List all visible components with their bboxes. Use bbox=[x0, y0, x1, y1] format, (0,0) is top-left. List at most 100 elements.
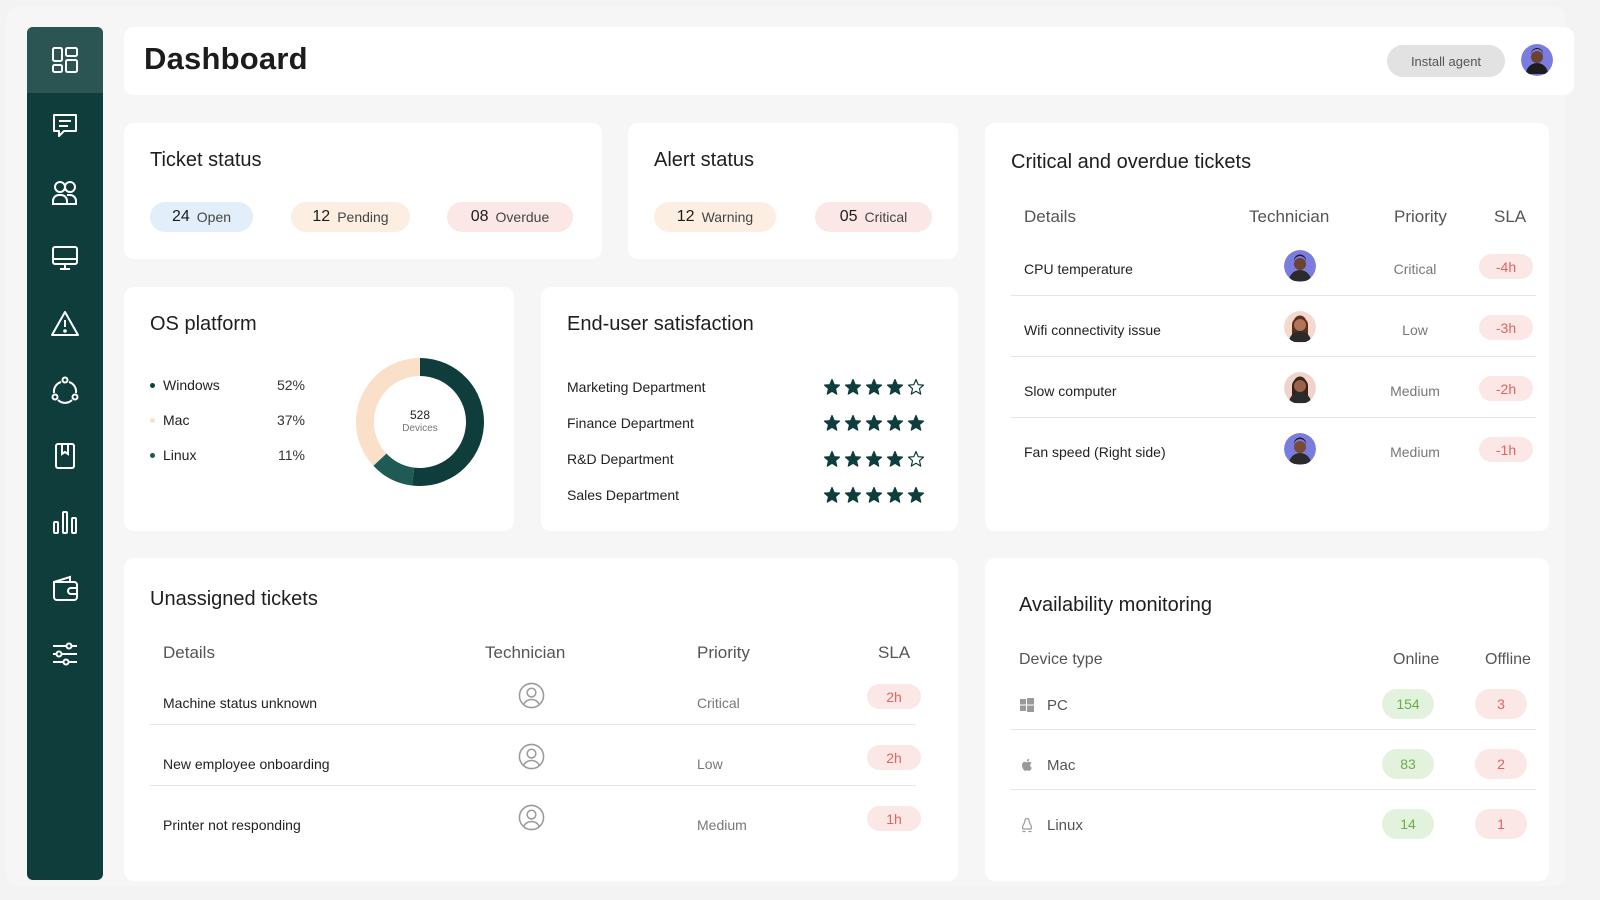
mac-dot bbox=[150, 418, 155, 423]
satisfaction-card: End-user satisfaction Marketing Departme… bbox=[541, 287, 958, 531]
os-platform-card: OS platform Windows 52% Mac 37% Linux 11… bbox=[124, 287, 514, 531]
legend-label: Mac bbox=[163, 412, 189, 428]
col-priority[interactable]: Priority bbox=[697, 643, 750, 663]
col-device-type[interactable]: Device type bbox=[1019, 651, 1103, 669]
ticket-details[interactable]: Fan speed (Right side) bbox=[1024, 444, 1166, 460]
ticket-details[interactable]: Wifi connectivity issue bbox=[1024, 322, 1161, 338]
critical-count: 05 bbox=[840, 208, 858, 226]
warning-count: 12 bbox=[677, 208, 695, 226]
critical-label: Critical bbox=[865, 209, 908, 225]
satisfaction-title: End-user satisfaction bbox=[567, 313, 754, 336]
sidebar-item-billing[interactable] bbox=[27, 555, 103, 621]
legend-label: Linux bbox=[163, 447, 196, 463]
col-sla[interactable]: SLA bbox=[1494, 207, 1526, 227]
online-count-badge[interactable]: 83 bbox=[1382, 749, 1434, 779]
department-label: Marketing Department bbox=[567, 379, 706, 395]
pending-label: Pending bbox=[337, 209, 388, 225]
legend-pct: 52% bbox=[277, 377, 305, 393]
sidebar-item-knowledge[interactable] bbox=[27, 423, 103, 489]
technician-avatar[interactable] bbox=[1284, 311, 1316, 343]
col-sla[interactable]: SLA bbox=[878, 643, 910, 663]
star-rating bbox=[823, 378, 925, 396]
satisfaction-row: R&D Department bbox=[567, 448, 925, 470]
ticket-priority: Medium bbox=[697, 817, 747, 833]
users-icon bbox=[50, 177, 80, 207]
star-filled-icon bbox=[865, 486, 883, 504]
department-label: Sales Department bbox=[567, 487, 679, 503]
star-filled-icon bbox=[823, 450, 841, 468]
technician-avatar[interactable] bbox=[1284, 250, 1316, 282]
sidebar-item-dashboard[interactable] bbox=[27, 27, 103, 93]
unassigned-user-icon[interactable] bbox=[518, 804, 545, 831]
settings-sliders-icon bbox=[50, 639, 80, 669]
star-filled-icon bbox=[823, 486, 841, 504]
chart-icon bbox=[50, 507, 80, 537]
online-count-badge[interactable]: 14 bbox=[1382, 809, 1434, 839]
device-type-label: PC bbox=[1047, 697, 1068, 714]
col-offline[interactable]: Offline bbox=[1485, 651, 1531, 669]
department-label: R&D Department bbox=[567, 451, 674, 467]
header-bar: Dashboard Install agent bbox=[124, 27, 1574, 95]
sidebar bbox=[27, 27, 103, 880]
dashboard-icon bbox=[50, 45, 80, 75]
availability-title: Availability monitoring bbox=[1019, 594, 1212, 617]
sidebar-item-settings[interactable] bbox=[27, 621, 103, 687]
sidebar-item-messages[interactable] bbox=[27, 93, 103, 159]
critical-alerts-pill[interactable]: 05 Critical bbox=[815, 202, 932, 232]
user-avatar[interactable] bbox=[1521, 44, 1553, 76]
sidebar-item-reports[interactable] bbox=[27, 489, 103, 555]
offline-count-badge[interactable]: 2 bbox=[1475, 749, 1527, 779]
star-filled-icon bbox=[886, 486, 904, 504]
ticket-details[interactable]: Slow computer bbox=[1024, 383, 1117, 399]
col-priority[interactable]: Priority bbox=[1394, 207, 1447, 227]
row-divider bbox=[1011, 729, 1536, 730]
ticket-details[interactable]: New employee onboarding bbox=[163, 756, 330, 772]
ticket-priority: Medium bbox=[1375, 383, 1455, 399]
offline-count-badge[interactable]: 1 bbox=[1475, 809, 1527, 839]
overdue-tickets-pill[interactable]: 08 Overdue bbox=[447, 202, 573, 232]
warning-alerts-pill[interactable]: 12 Warning bbox=[654, 202, 776, 232]
device-type-label: Mac bbox=[1047, 757, 1075, 774]
star-filled-icon bbox=[886, 378, 904, 396]
col-details[interactable]: Details bbox=[1024, 207, 1076, 227]
legend-windows: Windows 52% bbox=[150, 375, 305, 395]
legend-mac: Mac 37% bbox=[150, 410, 305, 430]
open-tickets-pill[interactable]: 24 Open bbox=[150, 202, 253, 232]
star-filled-icon bbox=[886, 450, 904, 468]
star-filled-icon bbox=[844, 378, 862, 396]
ticket-details[interactable]: CPU temperature bbox=[1024, 261, 1133, 277]
legend-pct: 11% bbox=[278, 447, 305, 463]
unassigned-user-icon[interactable] bbox=[518, 682, 545, 709]
offline-count-badge[interactable]: 3 bbox=[1475, 689, 1527, 719]
sidebar-item-alerts[interactable] bbox=[27, 291, 103, 357]
star-filled-icon bbox=[844, 414, 862, 432]
sidebar-item-devices[interactable] bbox=[27, 225, 103, 291]
alert-icon bbox=[50, 309, 80, 339]
star-rating bbox=[823, 450, 925, 468]
star-empty-icon bbox=[907, 378, 925, 396]
sidebar-item-network[interactable] bbox=[27, 357, 103, 423]
row-divider bbox=[150, 785, 916, 786]
sidebar-item-users[interactable] bbox=[27, 159, 103, 225]
online-count-badge[interactable]: 154 bbox=[1382, 689, 1434, 719]
sla-badge: -4h bbox=[1479, 254, 1533, 279]
star-filled-icon bbox=[865, 378, 883, 396]
alert-status-card: Alert status 12 Warning 05 Critical bbox=[628, 123, 958, 259]
technician-avatar[interactable] bbox=[1284, 372, 1316, 404]
page-title: Dashboard bbox=[144, 41, 308, 77]
star-empty-icon bbox=[907, 450, 925, 468]
install-agent-button[interactable]: Install agent bbox=[1387, 45, 1505, 77]
pending-tickets-pill[interactable]: 12 Pending bbox=[291, 202, 410, 232]
col-online[interactable]: Online bbox=[1393, 651, 1439, 669]
star-filled-icon bbox=[907, 486, 925, 504]
ticket-details[interactable]: Machine status unknown bbox=[163, 695, 317, 711]
col-technician[interactable]: Technician bbox=[485, 643, 565, 663]
col-details[interactable]: Details bbox=[163, 643, 215, 663]
technician-avatar[interactable] bbox=[1284, 433, 1316, 465]
sla-badge: 2h bbox=[867, 684, 921, 709]
col-technician[interactable]: Technician bbox=[1249, 207, 1329, 227]
os-platform-title: OS platform bbox=[150, 313, 257, 336]
warning-label: Warning bbox=[702, 209, 754, 225]
unassigned-user-icon[interactable] bbox=[518, 743, 545, 770]
ticket-details[interactable]: Printer not responding bbox=[163, 817, 301, 833]
